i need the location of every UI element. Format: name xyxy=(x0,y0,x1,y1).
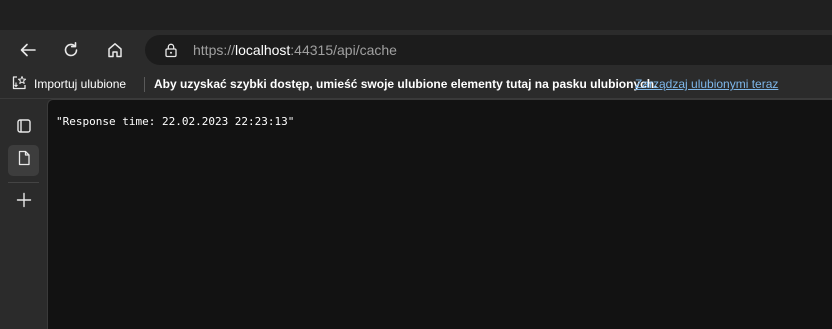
home-button[interactable] xyxy=(99,36,131,64)
favorites-divider xyxy=(144,77,145,92)
toolbar: https://localhost:44315/api/cache xyxy=(0,30,832,70)
url-host: localhost xyxy=(235,42,291,58)
manage-favorites-link[interactable]: Zarządzaj ulubionymi teraz xyxy=(635,77,778,91)
import-favorites-button[interactable]: Importuj ulubione xyxy=(10,74,126,94)
address-bar[interactable]: https://localhost:44315/api/cache xyxy=(145,35,832,65)
favorites-bar: Importuj ulubione Aby uzyskać szybki dos… xyxy=(0,70,832,99)
new-tab-button[interactable] xyxy=(8,187,39,218)
page-content: "Response time: 22.02.2023 22:23:13" xyxy=(47,99,832,329)
refresh-button[interactable] xyxy=(55,36,87,64)
lock-icon[interactable] xyxy=(163,42,179,58)
plus-icon xyxy=(15,191,33,214)
sidebar-divider xyxy=(8,182,39,183)
page-icon xyxy=(15,149,33,172)
tab-actions-button[interactable] xyxy=(8,113,39,144)
url-scheme: https:// xyxy=(193,42,236,58)
tab-strip xyxy=(0,0,832,30)
import-favorites-icon xyxy=(10,74,28,95)
home-icon xyxy=(106,41,124,59)
vertical-sidebar xyxy=(0,99,47,329)
browser-window: https://localhost:44315/api/cache Import… xyxy=(0,0,832,329)
back-arrow-icon xyxy=(19,41,37,59)
back-button[interactable] xyxy=(12,36,44,64)
refresh-icon xyxy=(62,41,80,59)
url-path: :44315/api/cache xyxy=(290,42,397,58)
import-favorites-label: Importuj ulubione xyxy=(34,77,127,91)
tab-actions-icon xyxy=(15,117,33,140)
favorites-empty-message: Aby uzyskać szybki dostęp, umieść swoje … xyxy=(154,77,658,91)
response-text: "Response time: 22.02.2023 22:23:13" xyxy=(56,115,295,128)
active-tab-button[interactable] xyxy=(8,145,39,176)
url-text[interactable]: https://localhost:44315/api/cache xyxy=(193,41,397,59)
